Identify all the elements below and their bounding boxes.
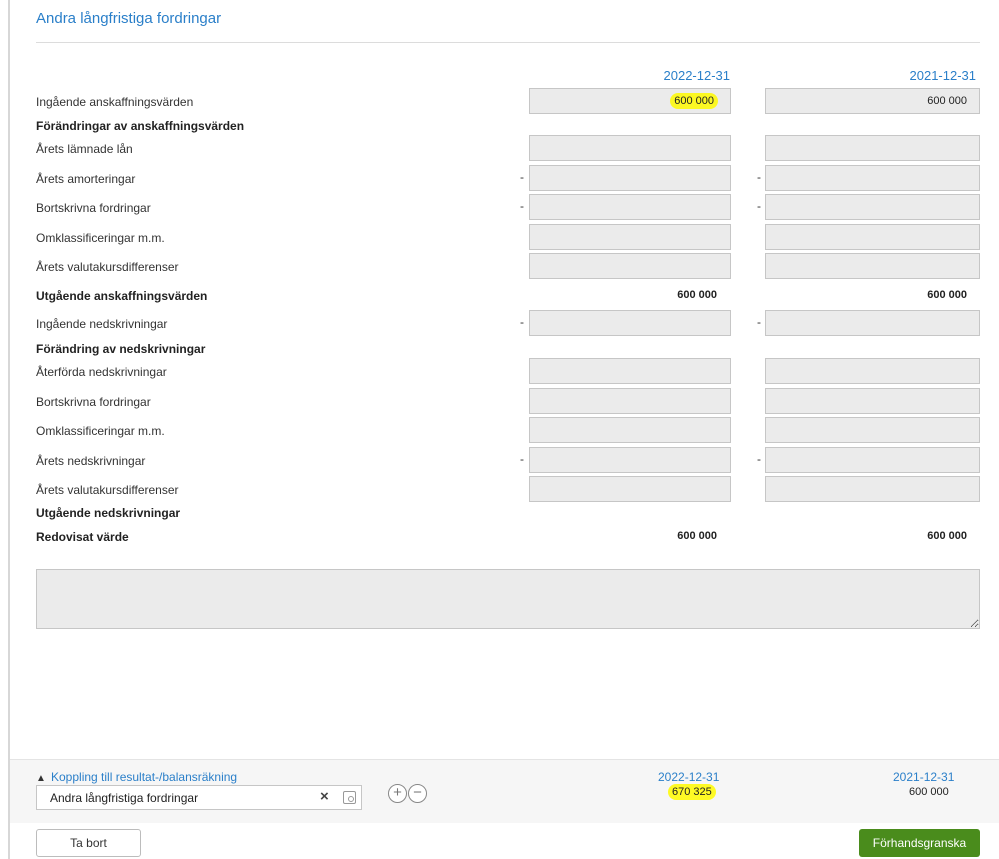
chevron-up-icon: ▲ bbox=[36, 773, 46, 784]
amount-input-2021[interactable]: 600 000 bbox=[765, 88, 980, 114]
total-value-2022: 600 000 bbox=[677, 530, 717, 542]
amount-input-2021[interactable] bbox=[765, 135, 980, 161]
row-label: Ingående anskaffningsvärden bbox=[36, 95, 194, 109]
amount-input-2022[interactable]: 600 000 bbox=[529, 88, 731, 114]
amount-input-2021[interactable] bbox=[765, 447, 980, 473]
minus-sign: - bbox=[757, 170, 761, 184]
amount-input-2021[interactable] bbox=[765, 165, 980, 191]
remove-link-button[interactable]: − bbox=[408, 784, 427, 803]
row-label: Omklassificeringar m.m. bbox=[36, 231, 165, 245]
minus-sign: - bbox=[520, 170, 524, 184]
amount-input-2022[interactable] bbox=[529, 224, 731, 250]
amount-input-2022[interactable] bbox=[529, 476, 731, 502]
amount-value: 600 000 bbox=[670, 93, 718, 109]
left-border bbox=[8, 0, 10, 859]
row-label: Årets valutakursdifferenser bbox=[36, 260, 179, 274]
amount-input-2021[interactable] bbox=[765, 253, 980, 279]
amount-input-2021[interactable] bbox=[765, 310, 980, 336]
minus-sign: - bbox=[520, 315, 524, 329]
row-label: Årets amorteringar bbox=[36, 172, 136, 186]
amount-input-2021[interactable] bbox=[765, 224, 980, 250]
footer-date-2022: 2022-12-31 bbox=[658, 770, 719, 784]
title-divider bbox=[36, 42, 980, 43]
lookup-icon[interactable] bbox=[343, 791, 356, 804]
row-label: Utgående nedskrivningar bbox=[36, 506, 181, 520]
footer-date-2022-text: 2022-12-31 bbox=[658, 770, 720, 784]
minus-sign: - bbox=[520, 199, 524, 213]
minus-sign: - bbox=[520, 452, 524, 466]
row-label: Redovisat värde bbox=[36, 530, 129, 544]
add-link-button[interactable]: + bbox=[388, 784, 407, 803]
amount-input-2022[interactable] bbox=[529, 253, 731, 279]
amount-input-2021[interactable] bbox=[765, 194, 980, 220]
clear-icon[interactable]: × bbox=[320, 788, 329, 805]
column-header-2022: 2022-12-31 bbox=[663, 68, 731, 83]
row-label: Bortskrivna fordringar bbox=[36, 201, 151, 215]
row-label: Utgående anskaffningsvärden bbox=[36, 289, 208, 303]
koppling-toggle[interactable]: ▲ Koppling till resultat-/balansräkning bbox=[36, 770, 237, 784]
amount-input-2021[interactable] bbox=[765, 388, 980, 414]
amount-input-2022[interactable] bbox=[529, 194, 731, 220]
delete-button[interactable]: Ta bort bbox=[36, 829, 141, 857]
total-value-2021: 600 000 bbox=[927, 289, 967, 301]
amount-input-2022[interactable] bbox=[529, 447, 731, 473]
amount-value: 600 000 bbox=[927, 95, 967, 107]
preview-button[interactable]: Förhandsgranska bbox=[859, 829, 980, 857]
total-value-2022: 600 000 bbox=[677, 289, 717, 301]
row-label: Omklassificeringar m.m. bbox=[36, 424, 165, 438]
minus-sign: - bbox=[757, 199, 761, 213]
page-title: Andra långfristiga fordringar bbox=[36, 10, 222, 27]
amount-input-2021[interactable] bbox=[765, 358, 980, 384]
row-label: Årets lämnade lån bbox=[36, 142, 133, 156]
row-label: Förändring av nedskrivningar bbox=[36, 342, 206, 356]
amount-input-2022[interactable] bbox=[529, 358, 731, 384]
minus-sign: - bbox=[757, 315, 761, 329]
row-label: Ingående nedskrivningar bbox=[36, 317, 168, 331]
amount-input-2022[interactable] bbox=[529, 135, 731, 161]
koppling-label: Koppling till resultat-/balansräkning bbox=[51, 770, 238, 784]
notes-textarea[interactable] bbox=[36, 569, 980, 629]
total-value-2021: 600 000 bbox=[927, 530, 967, 542]
row-label: Bortskrivna fordringar bbox=[36, 395, 151, 409]
row-label: Årets valutakursdifferenser bbox=[36, 483, 179, 497]
footer-value-2021: 600 000 bbox=[909, 786, 949, 798]
amount-input-2022[interactable] bbox=[529, 165, 731, 191]
row-label: Återförda nedskrivningar bbox=[36, 365, 167, 379]
minus-sign: - bbox=[757, 452, 761, 466]
footer-value-2022: 670 325 bbox=[668, 784, 716, 800]
amount-input-2021[interactable] bbox=[765, 417, 980, 443]
row-label: Årets nedskrivningar bbox=[36, 454, 146, 468]
footer-value-2022-text: 670 325 bbox=[668, 784, 716, 800]
row-label: Förändringar av anskaffningsvärden bbox=[36, 119, 245, 133]
footer-date-2021: 2021-12-31 bbox=[893, 770, 955, 784]
amount-input-2022[interactable] bbox=[529, 388, 731, 414]
account-select[interactable]: Andra långfristiga fordringar × bbox=[36, 785, 362, 810]
amount-input-2022[interactable] bbox=[529, 417, 731, 443]
column-header-2021: 2021-12-31 bbox=[909, 68, 977, 83]
amount-input-2021[interactable] bbox=[765, 476, 980, 502]
amount-input-2022[interactable] bbox=[529, 310, 731, 336]
account-select-value: Andra långfristiga fordringar bbox=[50, 791, 199, 805]
